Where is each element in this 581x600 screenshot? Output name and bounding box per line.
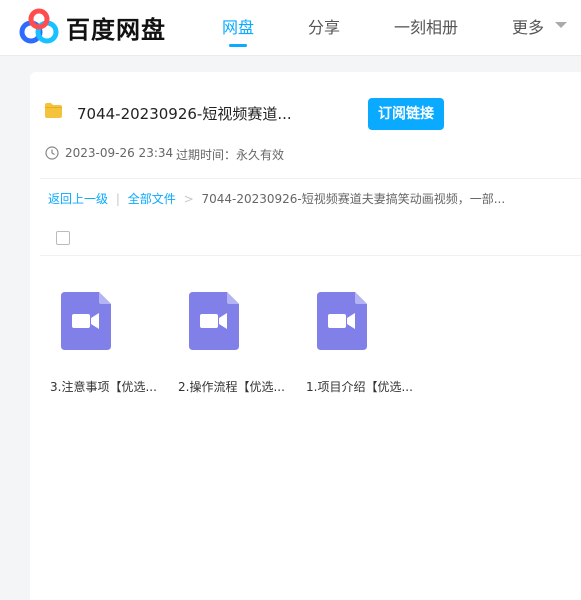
- breadcrumb-separator: |: [115, 192, 120, 206]
- chevron-down-icon[interactable]: [555, 22, 567, 28]
- select-all-checkbox[interactable]: [56, 231, 70, 245]
- all-files-link[interactable]: 全部文件: [128, 192, 176, 206]
- folder-icon: [45, 103, 62, 118]
- share-date: 2023-09-26 23:34: [65, 146, 174, 160]
- baidu-netdisk-logo-icon[interactable]: [19, 8, 59, 46]
- file-item[interactable]: 3.注意事项【优选...: [30, 292, 158, 402]
- divider: [40, 178, 581, 179]
- video-file-icon: [317, 292, 367, 350]
- nav-tab-netdisk[interactable]: 网盘: [222, 14, 254, 38]
- divider: [40, 255, 581, 256]
- share-title: 7044-20230926-短视频赛道...: [77, 105, 292, 123]
- subscribe-link-button[interactable]: 订阅链接: [368, 98, 444, 130]
- breadcrumb: 返回上一级 | 全部文件 > 7044-20230926-短视频赛道夫妻搞笑动画…: [48, 190, 505, 207]
- breadcrumb-arrow: >: [183, 192, 194, 206]
- nav-tab-share[interactable]: 分享: [308, 14, 340, 38]
- brand-name[interactable]: 百度网盘: [66, 10, 166, 45]
- video-file-icon: [61, 292, 111, 350]
- nav-tab-more[interactable]: 更多: [512, 14, 544, 38]
- file-name[interactable]: 3.注意事项【优选...: [30, 378, 158, 395]
- top-navigation-bar: 百度网盘 网盘 分享 一刻相册 更多: [0, 0, 581, 56]
- nav-tab-moment-album[interactable]: 一刻相册: [394, 14, 458, 38]
- current-folder-path: 7044-20230926-短视频赛道夫妻搞笑动画视频，一部...: [201, 192, 506, 206]
- file-item[interactable]: 2.操作流程【优选...: [158, 292, 286, 402]
- file-name[interactable]: 1.项目介绍【优选...: [286, 378, 414, 395]
- active-tab-indicator: [229, 44, 247, 47]
- clock-icon: [45, 146, 59, 160]
- back-link[interactable]: 返回上一级: [48, 192, 108, 206]
- video-file-icon: [189, 292, 239, 350]
- file-item[interactable]: 1.项目介绍【优选...: [286, 292, 414, 402]
- expire-time: 过期时间：永久有效: [176, 148, 285, 162]
- file-name[interactable]: 2.操作流程【优选...: [158, 378, 286, 395]
